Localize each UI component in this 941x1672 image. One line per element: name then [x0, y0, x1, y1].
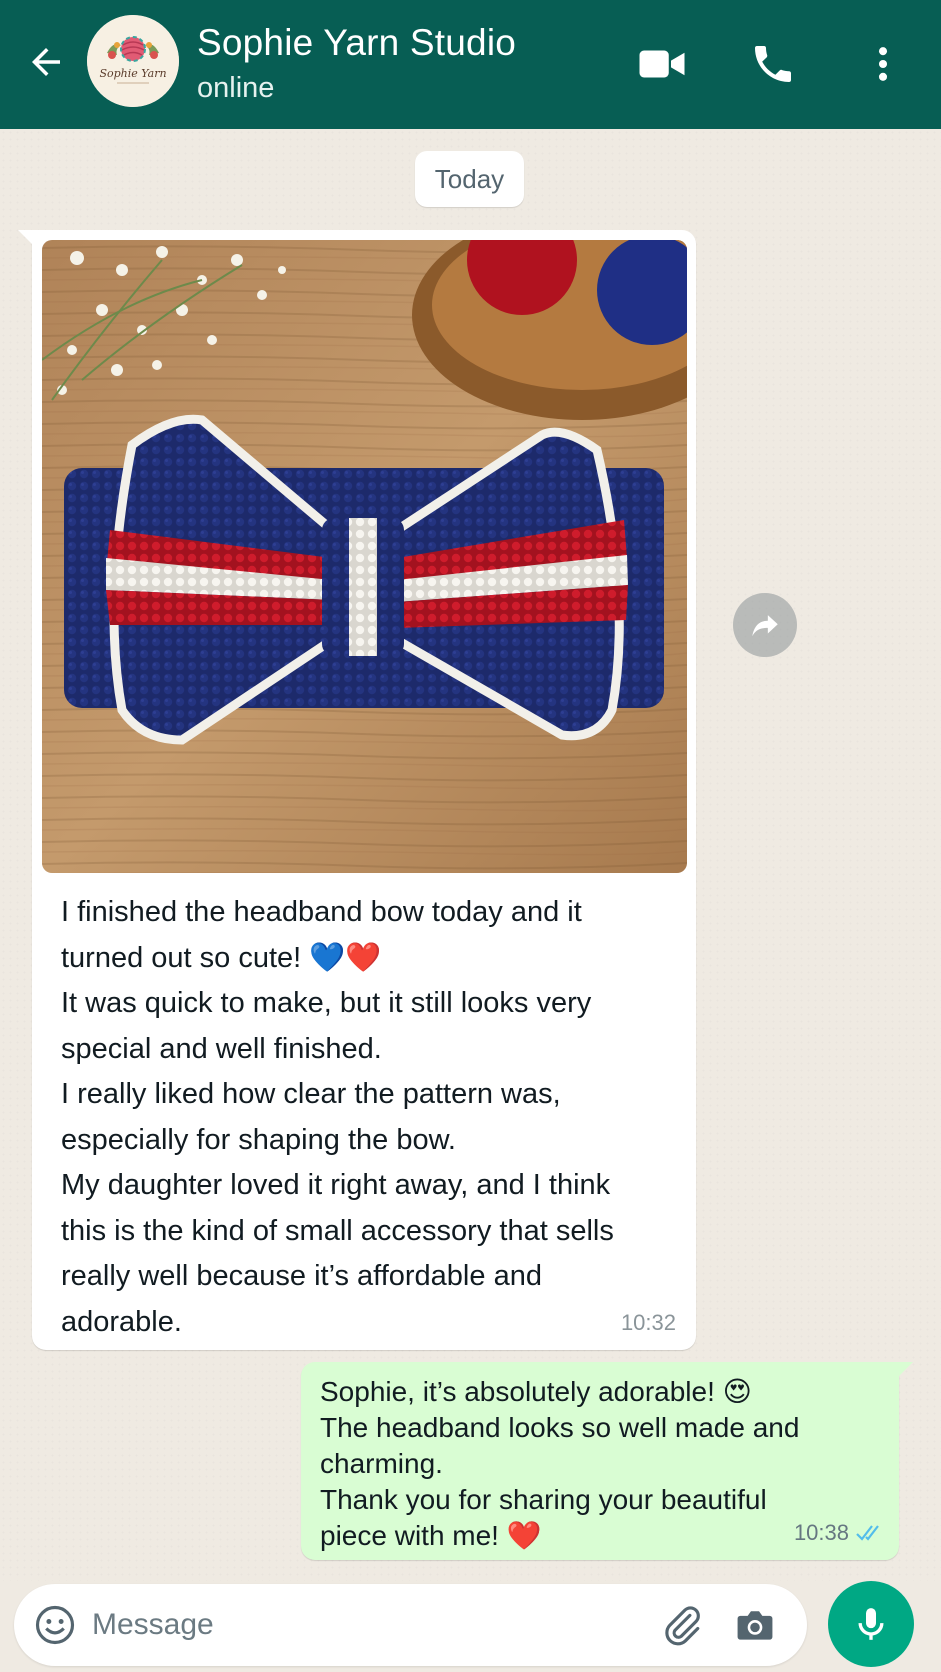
video-call-button[interactable]: [634, 36, 690, 92]
message-paragraph: I really liked how clear the pattern was…: [61, 1078, 561, 1156]
video-call-icon: [639, 50, 685, 78]
incoming-message[interactable]: I finished the headband bow today and it…: [18, 230, 696, 1350]
voice-call-button[interactable]: [745, 36, 801, 92]
emoji-icon: [35, 1605, 75, 1645]
camera-button[interactable]: [730, 1600, 780, 1650]
mic-icon: [858, 1608, 884, 1640]
more-options-button[interactable]: [855, 36, 911, 92]
chat-header: Sophie Yarn Sophie Yarn Studio online: [0, 0, 941, 129]
arrow-left-icon: [32, 48, 60, 76]
back-button[interactable]: [22, 38, 70, 86]
yarn-logo-icon: Sophie Yarn: [87, 15, 179, 107]
chat-area[interactable]: Today I finished the headband bow today …: [0, 129, 941, 1581]
camera-icon: [737, 1611, 773, 1640]
message-line: The headband looks so well made and char…: [320, 1412, 800, 1479]
message-line: Sophie, it’s absolutely adorable! 😍: [320, 1376, 752, 1407]
message-input[interactable]: [92, 1600, 652, 1650]
message-meta: 10:38: [794, 1520, 885, 1546]
contact-status: online: [197, 72, 275, 104]
message-paragraph: I finished the headband bow today and it…: [61, 896, 582, 974]
incoming-message-text: I finished the headband bow today and it…: [61, 890, 661, 1345]
message-photo[interactable]: [42, 240, 687, 873]
date-separator: Today: [415, 151, 524, 207]
paperclip-icon: [665, 1606, 700, 1646]
more-vert-icon: [878, 47, 888, 81]
crochet-headband-bow-photo: [42, 240, 687, 873]
emoji-button[interactable]: [32, 1602, 78, 1648]
avatar[interactable]: Sophie Yarn: [87, 15, 179, 107]
outgoing-message[interactable]: Sophie, it’s absolutely adorable! 😍 The …: [301, 1362, 913, 1560]
phone-icon: [755, 46, 791, 82]
message-line: Thank you for sharing your beautiful pie…: [320, 1484, 767, 1551]
message-paragraph: It was quick to make, but it still looks…: [61, 987, 592, 1065]
avatar-logo-text: Sophie Yarn: [99, 67, 166, 80]
voice-message-button[interactable]: [828, 1581, 914, 1667]
message-composer: [14, 1584, 807, 1666]
message-time: 10:32: [620, 1310, 676, 1335]
message-paragraph: My daughter loved it right away, and I t…: [61, 1169, 614, 1338]
contact-name[interactable]: Sophie Yarn Studio: [197, 22, 516, 64]
double-check-read-icon: [856, 1525, 879, 1541]
outgoing-message-text: Sophie, it’s absolutely adorable! 😍 The …: [320, 1374, 840, 1554]
attach-button[interactable]: [657, 1600, 707, 1650]
forward-icon: [752, 615, 778, 637]
message-time: 10:38: [793, 1520, 849, 1545]
forward-button[interactable]: [733, 593, 797, 657]
